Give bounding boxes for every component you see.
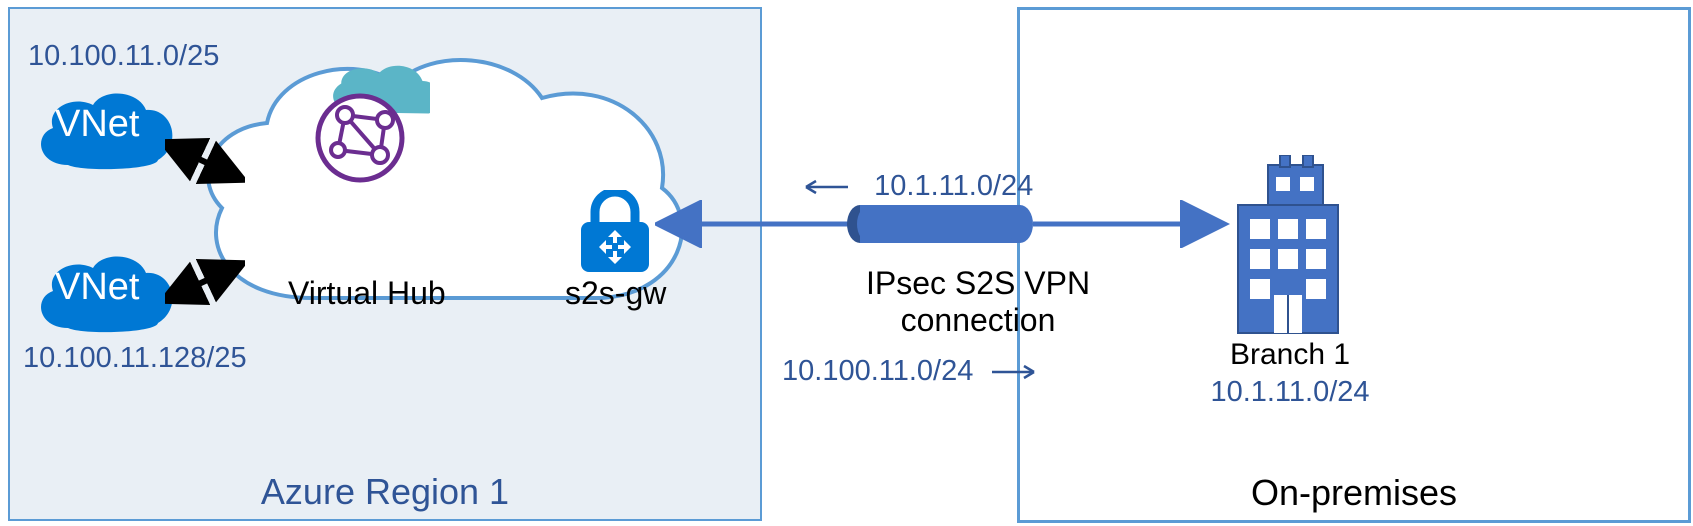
branch-building-icon bbox=[1208, 155, 1368, 335]
connection-label: IPsec S2S VPN connection bbox=[848, 265, 1108, 339]
vnet1-label: VNet bbox=[55, 103, 139, 146]
virtual-hub-label: Virtual Hub bbox=[288, 275, 446, 312]
advertise-to-branch: 10.100.11.0/24 bbox=[782, 355, 1040, 388]
branch-name: Branch 1 bbox=[1200, 338, 1380, 372]
s2s-gateway-icon bbox=[575, 190, 655, 275]
vnet2-cidr: 10.100.11.128/25 bbox=[23, 342, 247, 375]
advertise-from-branch-cidr: 10.1.11.0/24 bbox=[874, 170, 1033, 202]
arrow-right-icon bbox=[990, 363, 1040, 381]
onprem-title: On-premises bbox=[1020, 472, 1688, 514]
network-services-icon bbox=[300, 60, 430, 190]
advertise-to-branch-cidr: 10.100.11.0/24 bbox=[782, 355, 973, 387]
vnet1-hub-link-icon bbox=[165, 135, 245, 185]
vnet2-hub-link-icon bbox=[165, 258, 245, 308]
diagram-canvas: Azure Region 1 On-premises 10.100.11.0/2… bbox=[0, 0, 1693, 526]
azure-region-title: Azure Region 1 bbox=[10, 471, 760, 513]
advertise-from-branch: 10.1.11.0/24 bbox=[800, 170, 1033, 203]
branch-cidr: 10.1.11.0/24 bbox=[1190, 376, 1390, 409]
vpn-tunnel-icon bbox=[655, 200, 1235, 248]
gateway-label: s2s-gw bbox=[565, 275, 666, 312]
arrow-left-icon bbox=[800, 178, 850, 196]
vnet2-label: VNet bbox=[55, 266, 139, 309]
